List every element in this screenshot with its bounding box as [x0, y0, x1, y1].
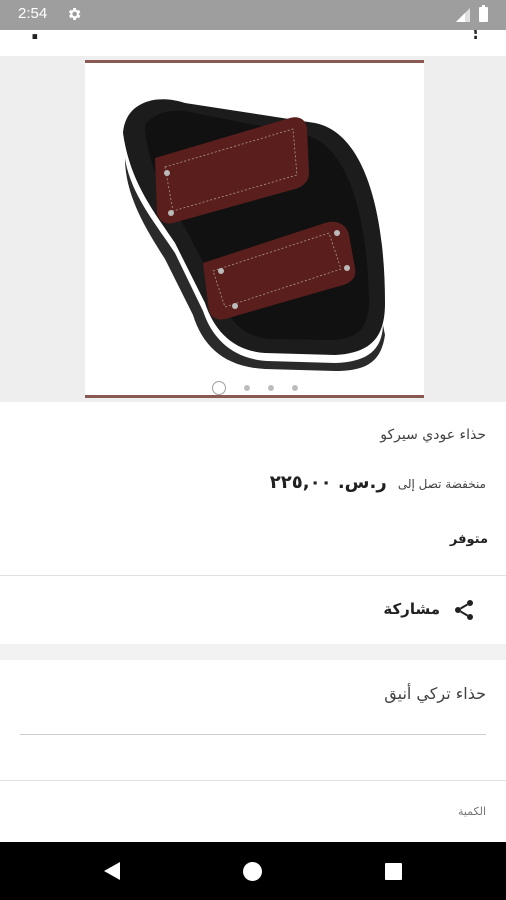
- battery-icon: [479, 5, 488, 22]
- signal-icon: [456, 8, 470, 22]
- divider: [0, 780, 506, 781]
- gallery-dot[interactable]: [291, 384, 298, 391]
- gallery-frame: [85, 60, 424, 398]
- home-icon[interactable]: [243, 862, 262, 881]
- back-icon[interactable]: [102, 860, 122, 882]
- system-nav-bar: [0, 842, 506, 900]
- section-gap: [0, 644, 506, 660]
- price-value: ر.س. ٢٢٥,٠٠: [269, 472, 387, 493]
- share-icon: [455, 600, 473, 620]
- availability-status: متوفر: [449, 532, 488, 547]
- settings-gear-icon: [68, 8, 81, 20]
- recent-apps-icon[interactable]: [385, 863, 402, 880]
- price-row: منخفضة تصل إلى ر.س. ٢٢٥,٠٠: [270, 472, 486, 493]
- image-gallery[interactable]: [0, 56, 506, 402]
- quantity-label: الكمية: [457, 805, 486, 818]
- gallery-indicator: [85, 377, 424, 396]
- gallery-dot[interactable]: [243, 384, 250, 391]
- description-title: حذاء تركي أنيق: [384, 684, 486, 703]
- status-bar: 2:54: [0, 0, 506, 30]
- product-name: حذاء عودي سيركو: [380, 427, 486, 443]
- description-divider: [20, 734, 486, 735]
- gallery-dot-active[interactable]: [211, 380, 226, 395]
- price-prefix: منخفضة تصل إلى: [397, 477, 486, 491]
- share-label: مشاركة: [383, 600, 440, 618]
- product-info: حذاء عودي سيركو منخفضة تصل إلى ر.س. ٢٢٥,…: [0, 402, 506, 574]
- app-bar: ؛ ؟: [0, 30, 506, 56]
- product-image[interactable]: [85, 63, 418, 395]
- status-time: 2:54: [18, 5, 48, 22]
- gallery-dot[interactable]: [267, 384, 274, 391]
- share-row[interactable]: مشاركة: [0, 576, 506, 644]
- app-bar-action[interactable]: ؟: [468, 30, 482, 46]
- app-bar-title: ؛: [30, 30, 41, 46]
